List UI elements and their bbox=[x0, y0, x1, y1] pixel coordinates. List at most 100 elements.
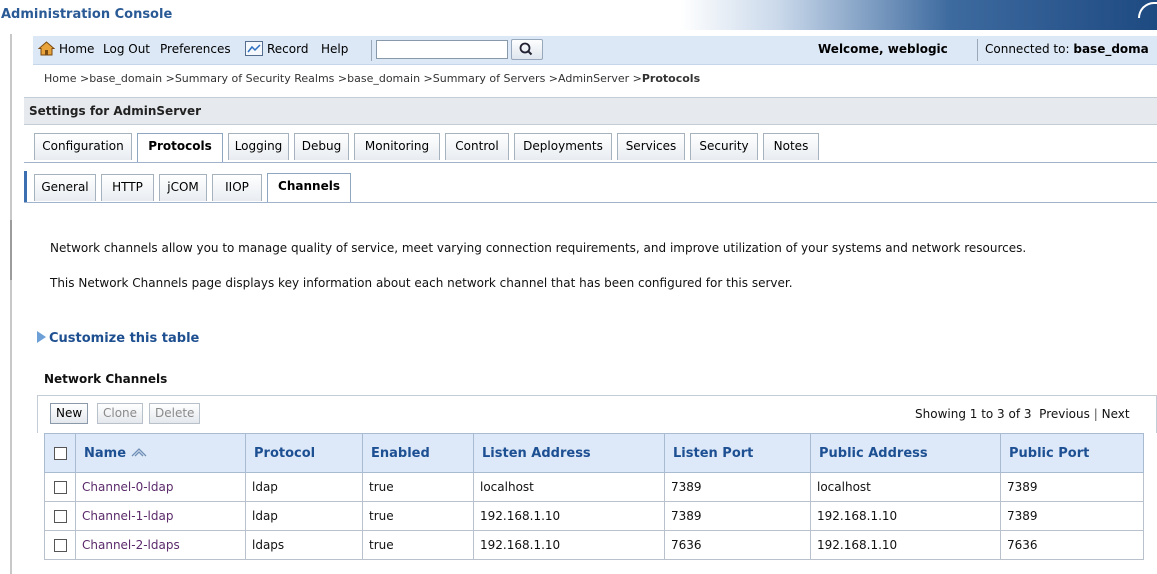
table-title: Network Channels bbox=[44, 372, 168, 386]
cell-public-address: 192.168.1.10 bbox=[810, 501, 1001, 531]
description-text-2: This Network Channels page displays key … bbox=[50, 276, 793, 290]
column-header-protocol[interactable]: Protocol bbox=[245, 433, 363, 473]
logout-link[interactable]: Log Out bbox=[103, 42, 150, 56]
row-select-cell bbox=[44, 530, 76, 560]
cell-public-address: 192.168.1.10 bbox=[810, 530, 1001, 560]
cell-public-address: localhost bbox=[810, 472, 1001, 502]
column-header-listen-address[interactable]: Listen Address bbox=[473, 433, 665, 473]
tab-services[interactable]: Services bbox=[617, 133, 685, 160]
row-checkbox[interactable] bbox=[54, 539, 67, 552]
cell-protocol: ldap bbox=[245, 472, 363, 502]
column-label: Name bbox=[84, 445, 127, 461]
next-link[interactable]: Next bbox=[1102, 407, 1130, 421]
channel-link[interactable]: Channel-1-ldap bbox=[82, 509, 173, 523]
row-checkbox[interactable] bbox=[54, 481, 67, 494]
main-tabs: Configuration Protocols Logging Debug Mo… bbox=[24, 133, 1157, 163]
cell-name: Channel-0-ldap bbox=[75, 472, 246, 502]
channel-link[interactable]: Channel-2-ldaps bbox=[82, 538, 180, 552]
column-header-public-address[interactable]: Public Address bbox=[810, 433, 1001, 473]
page-title: Settings for AdminServer bbox=[29, 104, 201, 118]
breadcrumb: Home >base_domain >Summary of Security R… bbox=[44, 72, 700, 85]
network-channels-table: Name Protocol Enabled Listen Address Lis… bbox=[44, 433, 1144, 560]
search-input[interactable] bbox=[376, 40, 508, 59]
tab-notes[interactable]: Notes bbox=[763, 133, 819, 160]
column-header-name[interactable]: Name bbox=[75, 433, 246, 473]
preferences-link[interactable]: Preferences bbox=[160, 42, 231, 56]
column-header-public-port[interactable]: Public Port bbox=[1000, 433, 1144, 473]
table-row: Channel-0-ldap ldap true localhost 7389 … bbox=[44, 472, 1144, 502]
select-all-header bbox=[44, 433, 76, 473]
tab-protocols[interactable]: Protocols bbox=[137, 133, 223, 162]
home-icon[interactable] bbox=[38, 41, 55, 56]
cell-enabled: true bbox=[362, 501, 474, 531]
cell-listen-address: localhost bbox=[473, 472, 665, 502]
cell-listen-port: 7636 bbox=[664, 530, 811, 560]
help-link[interactable]: Help bbox=[321, 42, 348, 56]
connected-label: Connected to: bbox=[985, 42, 1070, 56]
record-icon[interactable] bbox=[245, 41, 263, 56]
table-toolbar: New Clone Delete Showing 1 to 3 of 3 Pre… bbox=[37, 395, 1157, 433]
customize-table-link[interactable]: Customize this table bbox=[37, 331, 199, 346]
showing-text: Showing 1 to 3 of 3 bbox=[915, 407, 1032, 421]
delete-button[interactable]: Delete bbox=[149, 403, 201, 424]
cell-enabled: true bbox=[362, 530, 474, 560]
home-link[interactable]: Home bbox=[59, 42, 94, 56]
tab-monitoring[interactable]: Monitoring bbox=[354, 133, 440, 160]
new-button[interactable]: New bbox=[50, 403, 89, 424]
connection-status: Connected to: base_doma bbox=[985, 42, 1149, 56]
connected-domain: base_doma bbox=[1073, 42, 1149, 56]
row-select-cell bbox=[44, 472, 76, 502]
tab-logging[interactable]: Logging bbox=[228, 133, 289, 160]
toolbar-separator bbox=[371, 40, 372, 61]
tab-iiop[interactable]: IIOP bbox=[212, 174, 262, 201]
breadcrumb-trail[interactable]: Home >base_domain >Summary of Security R… bbox=[44, 72, 642, 85]
search-button[interactable] bbox=[511, 39, 543, 60]
record-icon-graphic bbox=[247, 44, 261, 53]
tab-http[interactable]: HTTP bbox=[101, 174, 154, 201]
select-all-checkbox[interactable] bbox=[54, 446, 67, 460]
app-title: Administration Console bbox=[1, 7, 173, 22]
brand-logo-curve bbox=[1138, 2, 1157, 18]
pager-separator: | bbox=[1093, 407, 1098, 421]
breadcrumb-current: Protocols bbox=[641, 72, 701, 85]
settings-header: Settings for AdminServer bbox=[24, 97, 1157, 125]
tab-deployments[interactable]: Deployments bbox=[514, 133, 612, 160]
table-row: Channel-2-ldaps ldaps true 192.168.1.10 … bbox=[44, 530, 1144, 560]
sub-tabs: General HTTP jCOM IIOP Channels bbox=[24, 171, 1157, 203]
subtabs-accent-bar bbox=[24, 171, 27, 202]
cell-name: Channel-1-ldap bbox=[75, 501, 246, 531]
tab-channels[interactable]: Channels bbox=[267, 173, 351, 202]
row-checkbox[interactable] bbox=[54, 510, 67, 523]
cell-public-port: 7389 bbox=[1000, 501, 1144, 531]
cell-listen-port: 7389 bbox=[664, 501, 811, 531]
cell-protocol: ldap bbox=[245, 501, 363, 531]
customize-label: Customize this table bbox=[49, 331, 200, 346]
search-icon bbox=[519, 42, 533, 56]
tab-control[interactable]: Control bbox=[445, 133, 509, 160]
cell-listen-address: 192.168.1.10 bbox=[473, 501, 665, 531]
cell-protocol: ldaps bbox=[245, 530, 363, 560]
tab-security[interactable]: Security bbox=[690, 133, 758, 160]
previous-link[interactable]: Previous bbox=[1039, 407, 1090, 421]
column-header-enabled[interactable]: Enabled bbox=[362, 433, 474, 473]
tab-configuration[interactable]: Configuration bbox=[34, 133, 132, 160]
clone-button[interactable]: Clone bbox=[97, 403, 144, 424]
cell-listen-address: 192.168.1.10 bbox=[473, 530, 665, 560]
cell-listen-port: 7389 bbox=[664, 472, 811, 502]
sort-ascending-icon bbox=[131, 447, 147, 456]
column-header-listen-port[interactable]: Listen Port bbox=[664, 433, 811, 473]
description-text: Network channels allow you to manage qua… bbox=[50, 241, 1027, 255]
cell-public-port: 7389 bbox=[1000, 472, 1144, 502]
global-toolbar: Home Log Out Preferences Record Help Wel… bbox=[33, 36, 1157, 65]
cell-public-port: 7636 bbox=[1000, 530, 1144, 560]
cell-enabled: true bbox=[362, 472, 474, 502]
tab-general[interactable]: General bbox=[34, 174, 96, 201]
cell-name: Channel-2-ldaps bbox=[75, 530, 246, 560]
channel-link[interactable]: Channel-0-ldap bbox=[82, 480, 173, 494]
left-divider bbox=[10, 34, 12, 574]
expand-triangle-icon bbox=[37, 331, 46, 343]
tab-debug[interactable]: Debug bbox=[294, 133, 349, 160]
tab-jcom[interactable]: jCOM bbox=[159, 174, 207, 201]
table-header-row: Name Protocol Enabled Listen Address Lis… bbox=[44, 433, 1144, 473]
record-link[interactable]: Record bbox=[267, 42, 308, 56]
